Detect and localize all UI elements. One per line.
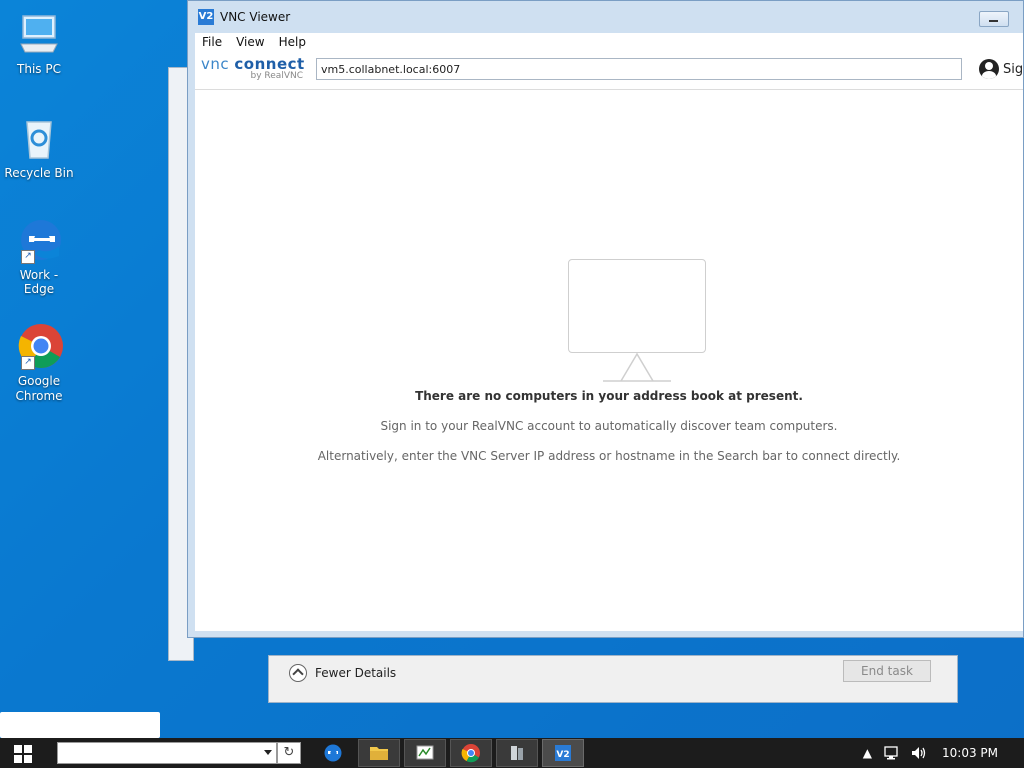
menu-file[interactable]: File (195, 33, 229, 51)
desktop-icon-google-chrome[interactable]: ↗ Google Chrome (4, 322, 74, 404)
server-icon (511, 746, 523, 760)
recycle-bin-icon (15, 114, 63, 162)
file-explorer-icon (370, 747, 388, 760)
taskbar-search-combo[interactable] (57, 742, 277, 764)
end-task-button[interactable]: End task (843, 660, 931, 682)
system-tray: ▲ 10:03 PM (863, 738, 1024, 768)
desktop-icon-label: Work - Edge (19, 268, 59, 296)
desktop-icon-label: Recycle Bin (4, 166, 74, 180)
fewer-details-button[interactable]: Fewer Details (289, 664, 396, 682)
desktop-icon-label: Google Chrome (15, 374, 63, 403)
dropdown-arrow-icon[interactable] (264, 750, 272, 755)
taskbar-file-explorer[interactable] (358, 739, 400, 767)
taskbar-vnc-viewer[interactable]: V2 (542, 739, 584, 767)
empty-state-line-2: Alternatively, enter the VNC Server IP a… (317, 449, 901, 463)
vnc-viewer-icon: V2 (198, 9, 214, 25)
sign-in-button[interactable]: Sign (979, 59, 1024, 79)
vnc-connect-logo: vnc connect by RealVNC (201, 55, 309, 85)
refresh-icon[interactable]: ↻ (277, 742, 301, 764)
address-book-area: There are no computers in your address b… (195, 90, 1023, 631)
logo-text-vnc: vnc (201, 55, 235, 73)
chrome-icon (461, 744, 480, 763)
sign-in-label: Sign (1003, 61, 1024, 77)
monitor-illustration-icon (568, 259, 706, 353)
edge-icon: ↗ (15, 216, 63, 264)
taskbar-chrome[interactable] (450, 739, 492, 767)
chevron-up-icon[interactable]: ▲ (863, 746, 872, 760)
menu-view[interactable]: View (229, 33, 271, 51)
computer-icon (15, 10, 63, 58)
shortcut-arrow-icon: ↗ (21, 250, 35, 264)
window-title: VNC Viewer (220, 10, 291, 24)
task-manager-window: Fewer Details End task (268, 655, 958, 703)
task-manager-icon (416, 745, 434, 760)
shortcut-arrow-icon: ↗ (21, 356, 35, 370)
start-button[interactable] (14, 745, 32, 763)
vnc-viewer-icon: V2 (555, 745, 571, 761)
vnc-viewer-window: V2 VNC Viewer File View Help vnc connect… (187, 0, 1024, 638)
taskbar-task-manager[interactable] (404, 739, 446, 767)
desktop-icon-this-pc[interactable]: This PC (4, 10, 74, 76)
title-bar[interactable]: V2 VNC Viewer (188, 1, 1023, 33)
blank-overlay (0, 712, 160, 738)
svg-text:V2: V2 (556, 750, 569, 760)
taskbar: ↻ V2 ▲ 10:03 PM (0, 738, 1024, 768)
windows-logo-icon (14, 745, 22, 753)
empty-state-line-1: Sign in to your RealVNC account to autom… (380, 419, 838, 433)
taskbar-server-app[interactable] (496, 739, 538, 767)
chevron-up-icon (289, 664, 307, 682)
toolbar: vnc connect by RealVNC Sign (195, 51, 1024, 90)
network-icon[interactable] (884, 745, 902, 761)
address-search-input[interactable] (316, 58, 962, 80)
menu-help[interactable]: Help (272, 33, 313, 51)
edge-icon (324, 744, 342, 762)
minimize-button[interactable] (979, 11, 1009, 27)
desktop-icon-recycle-bin[interactable]: Recycle Bin (4, 114, 74, 180)
user-icon (979, 59, 999, 79)
taskbar-edge[interactable] (312, 739, 354, 767)
monitor-stand-icon (603, 352, 671, 382)
clock[interactable]: 10:03 PM (942, 746, 998, 760)
empty-state-title: There are no computers in your address b… (415, 389, 803, 403)
volume-icon[interactable] (910, 745, 928, 761)
desktop-icon-work-edge[interactable]: ↗ Work - Edge (4, 216, 74, 296)
fewer-details-label: Fewer Details (315, 666, 397, 680)
chrome-icon: ↗ (15, 322, 63, 370)
desktop-icon-label: This PC (17, 62, 61, 76)
menu-bar: File View Help (195, 33, 1023, 51)
